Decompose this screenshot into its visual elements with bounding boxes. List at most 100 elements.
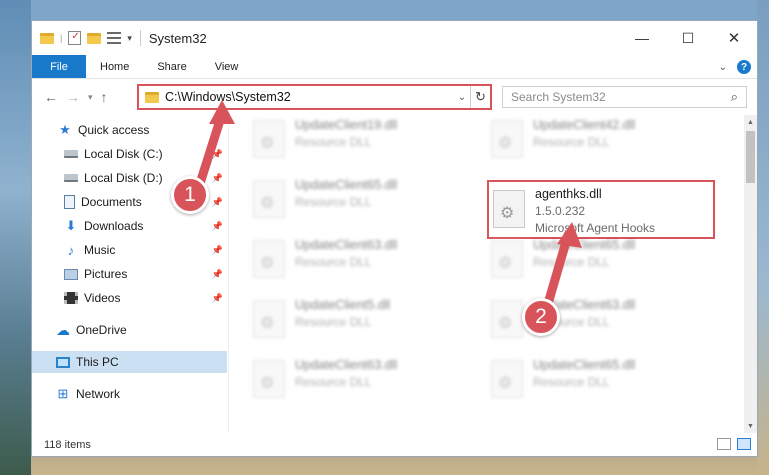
address-history-chevron-icon[interactable]: ⌄ <box>454 92 470 103</box>
nav-item-onedrive[interactable]: ☁ OneDrive <box>32 319 227 341</box>
pin-icon[interactable]: 📌 <box>212 149 223 160</box>
address-row: ← → ▾ ↑ C:\Windows\System32 ⌄ ↻ Search S… <box>32 79 757 115</box>
scroll-up-icon[interactable]: ▲ <box>744 115 757 129</box>
file-tile[interactable]: UpdateClient65.dll Resource DLL <box>467 355 692 411</box>
pin-icon[interactable]: 📌 <box>212 197 223 208</box>
quick-access-toolbar: | ▾ <box>32 31 132 45</box>
file-tile[interactable]: UpdateClient63.dllResource DLL <box>229 235 454 291</box>
star-icon: ★ <box>59 122 71 137</box>
tab-home[interactable]: Home <box>86 55 143 78</box>
item-count: 118 items <box>44 438 91 451</box>
file-description: Resource DLL <box>533 135 610 149</box>
scrollbar-thumb[interactable] <box>746 131 755 183</box>
nav-item-this-pc[interactable]: This PC <box>32 351 227 373</box>
nav-item-label: Pictures <box>84 267 128 281</box>
file-tile[interactable]: UpdateClient42.dll Resource DLL <box>467 115 692 171</box>
dll-file-icon <box>253 120 285 158</box>
details-view-icon[interactable] <box>717 438 731 450</box>
pin-icon[interactable]: 📌 <box>212 173 223 184</box>
expand-ribbon-chevron-icon[interactable]: ⌄ <box>719 62 727 73</box>
window-title: System32 <box>148 30 207 46</box>
minimize-button[interactable]: — <box>619 21 665 55</box>
file-name: UpdateClient19.dll <box>295 118 398 132</box>
pin-icon[interactable]: 📌 <box>212 293 223 304</box>
address-path[interactable]: C:\Windows\System32 <box>165 90 454 104</box>
properties-icon[interactable] <box>68 31 82 45</box>
drive-icon <box>64 174 78 182</box>
dll-file-icon <box>493 190 525 228</box>
file-tile[interactable]: UpdateClient65.dll Resource DLL <box>467 235 692 291</box>
window-controls: — ☐ ✕ <box>619 21 757 55</box>
file-name: agenthks.dll <box>535 187 602 201</box>
dll-file-icon <box>253 300 285 338</box>
vertical-scrollbar[interactable]: ▲ ▼ <box>744 115 757 433</box>
file-description: Resource DLL <box>295 135 372 149</box>
close-button[interactable]: ✕ <box>711 21 757 55</box>
search-icon[interactable]: ⌕ <box>731 89 738 105</box>
file-description: Resource DLL <box>295 375 372 389</box>
file-tile[interactable]: UpdateClient65.dll Resource DLL <box>229 175 454 231</box>
file-tile-agenthks-dll[interactable]: agenthks.dll 1.5.0.232 Microsoft Agent H… <box>487 180 715 239</box>
large-icons-view-icon[interactable] <box>737 438 751 450</box>
nav-item-quick-access[interactable]: ★ Quick access <box>32 119 227 141</box>
search-placeholder: Search System32 <box>511 90 606 104</box>
refresh-icon[interactable]: ↻ <box>470 86 490 108</box>
back-arrow-icon[interactable]: ← <box>44 89 58 105</box>
file-description: Resource DLL <box>533 375 610 389</box>
pin-icon[interactable]: 📌 <box>212 245 223 256</box>
downloads-icon: ⬇ <box>65 218 77 233</box>
dll-file-icon <box>253 240 285 278</box>
view-switcher <box>717 438 751 450</box>
file-tile[interactable]: UpdateClient63.dllResource DLL <box>467 295 692 351</box>
nav-item-downloads[interactable]: ⬇ Downloads 📌 <box>32 215 227 237</box>
file-tile[interactable]: UpdateClient63.dllResource DLL <box>229 355 454 411</box>
dll-file-icon <box>491 240 523 278</box>
nav-item-label: Quick access <box>78 123 150 137</box>
file-description: Resource DLL <box>295 255 372 269</box>
address-bar[interactable]: C:\Windows\System32 ⌄ ↻ <box>137 84 492 110</box>
file-tile[interactable]: UpdateClient19.dll Resource DLL <box>229 115 454 171</box>
nav-item-label: OneDrive <box>76 323 127 337</box>
file-name: UpdateClient5.dll <box>295 298 391 312</box>
recent-locations-chevron-icon[interactable]: ▾ <box>88 92 93 103</box>
tab-view[interactable]: View <box>201 55 253 78</box>
nav-item-local-disk-c[interactable]: Local Disk (C:) 📌 <box>32 143 227 165</box>
help-button[interactable]: ? <box>737 60 751 74</box>
nav-item-label: Videos <box>84 291 121 305</box>
maximize-button[interactable]: ☐ <box>665 21 711 55</box>
dll-file-icon <box>253 180 285 218</box>
search-input[interactable]: Search System32 ⌕ <box>502 86 747 108</box>
nav-item-label: Music <box>84 243 116 257</box>
pin-icon[interactable]: 📌 <box>212 269 223 280</box>
file-name: UpdateClient42.dll <box>533 118 636 132</box>
forward-arrow-icon[interactable]: → <box>66 89 80 105</box>
up-arrow-icon[interactable]: ↑ <box>101 89 108 105</box>
nav-item-label: Local Disk (D:) <box>84 171 163 185</box>
file-version: 1.5.0.232 <box>535 204 586 218</box>
customize-toolbar-chevron-icon[interactable]: ▾ <box>127 33 132 44</box>
file-description: Resource DLL <box>533 255 610 269</box>
nav-item-pictures[interactable]: Pictures 📌 <box>32 263 227 285</box>
explorer-body: ★ Quick access Local Disk (C:) 📌 Local D… <box>32 115 757 433</box>
folder-icon <box>145 91 159 103</box>
status-bar: 118 items <box>32 433 757 456</box>
scroll-down-icon[interactable]: ▼ <box>744 419 757 433</box>
annotation-badge-1: 1 <box>171 176 209 214</box>
nav-item-label: This PC <box>76 355 119 369</box>
file-tile[interactable]: UpdateClient5.dll Resource DLL <box>229 295 454 351</box>
dll-file-icon <box>253 360 285 398</box>
nav-item-network[interactable]: ⊞ Network <box>32 383 227 405</box>
view-icon[interactable] <box>107 32 122 44</box>
new-folder-icon[interactable] <box>87 32 102 44</box>
pin-icon[interactable]: 📌 <box>212 221 223 232</box>
network-icon: ⊞ <box>57 386 69 401</box>
desktop-background-right <box>757 0 769 475</box>
nav-item-music[interactable]: ♪ Music 📌 <box>32 239 227 261</box>
tab-share[interactable]: Share <box>143 55 200 78</box>
nav-item-videos[interactable]: Videos 📌 <box>32 287 227 309</box>
this-pc-icon <box>56 356 70 368</box>
file-list: UpdateClient19.dll Resource DLL UpdateCli… <box>229 115 744 433</box>
drive-icon <box>64 150 78 158</box>
tab-file[interactable]: File <box>32 55 86 78</box>
videos-icon <box>64 292 78 304</box>
